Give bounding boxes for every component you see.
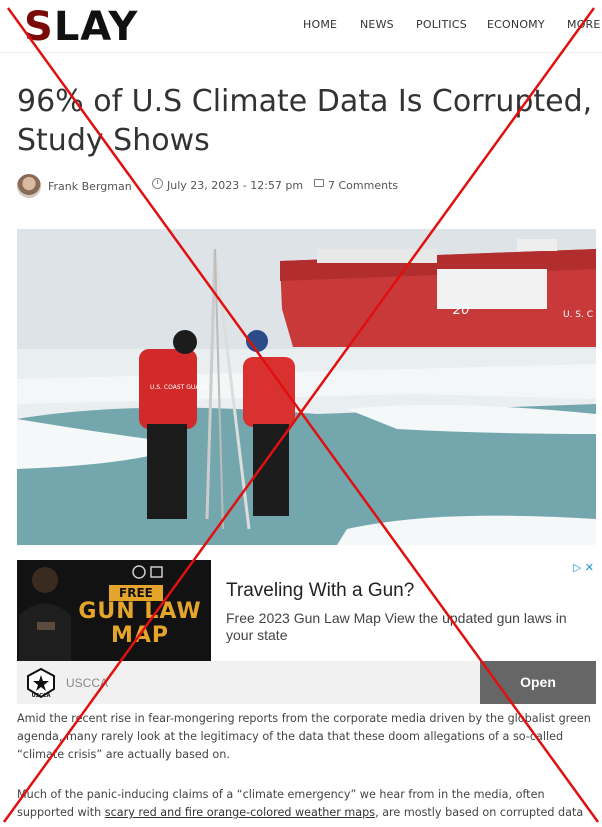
ship-markings: U. S. C bbox=[563, 310, 593, 320]
comment-icon bbox=[314, 179, 324, 187]
article-paragraph-1: Amid the recent rise in fear-mongering r… bbox=[17, 712, 591, 761]
ad-body-text[interactable]: Free 2023 Gun Law Map View the updated g… bbox=[226, 610, 586, 644]
nav-more[interactable]: MORE⌄ bbox=[567, 18, 602, 31]
comments-link[interactable]: 7 Comments bbox=[328, 179, 398, 192]
publish-date: July 23, 2023 - 12:57 pm bbox=[167, 179, 304, 192]
nav-news[interactable]: NEWS bbox=[360, 18, 394, 31]
ad-image-line1: GUN LAW bbox=[78, 599, 202, 624]
author-name[interactable]: Frank Bergman bbox=[48, 180, 132, 193]
ad-brand-name[interactable]: USCCA bbox=[66, 676, 108, 690]
main-nav: HOME NEWS POLITICS ECONOMY MORE⌄ bbox=[0, 18, 602, 36]
nav-more-label: MORE bbox=[567, 18, 601, 31]
advertisement[interactable]: FREE GUN LAW MAP ▷ ✕ Traveling With a Gu… bbox=[17, 560, 596, 704]
ad-headline[interactable]: Traveling With a Gun? bbox=[226, 580, 414, 602]
article-title: 96% of U.S Climate Data Is Corrupted, St… bbox=[17, 84, 593, 158]
article-paragraph-2: Much of the panic-inducing claims of a “… bbox=[17, 786, 596, 822]
uscca-logo-icon: USCCA bbox=[27, 667, 55, 699]
nav-home[interactable]: HOME bbox=[303, 18, 337, 31]
hero-image: 20 U. S. C U.S. COAST GUARD bbox=[17, 229, 596, 545]
uscca-logo-text: USCCA bbox=[32, 693, 51, 699]
ship-number: 20 bbox=[453, 303, 470, 318]
ad-image-line2: MAP bbox=[110, 623, 170, 648]
ad-footer: USCCA USCCA Open bbox=[17, 661, 596, 704]
paragraph-2-end: , are mostly based on corrupted data bbox=[375, 806, 584, 819]
author-avatar[interactable] bbox=[17, 174, 41, 198]
nav-politics[interactable]: POLITICS bbox=[416, 18, 467, 31]
ad-open-button[interactable]: Open bbox=[480, 661, 596, 704]
ad-choices-icon[interactable]: ▷ ✕ bbox=[573, 561, 594, 574]
weather-maps-link[interactable]: scary red and fire orange-colored weathe… bbox=[105, 806, 375, 819]
jacket-text: U.S. COAST GUARD bbox=[150, 384, 209, 391]
site-header: SLAY HOME NEWS POLITICS ECONOMY MORE⌄ bbox=[0, 0, 602, 53]
ad-image-title: GUN LAW MAP bbox=[69, 600, 211, 648]
clock-icon bbox=[152, 178, 163, 189]
article-meta: Frank Bergman July 23, 2023 - 12:57 pm 7… bbox=[17, 174, 597, 200]
nav-economy[interactable]: ECONOMY bbox=[487, 18, 545, 31]
ad-image[interactable]: FREE GUN LAW MAP bbox=[17, 560, 211, 661]
arctic-research-photo: 20 U. S. C U.S. COAST GUARD bbox=[17, 229, 596, 545]
